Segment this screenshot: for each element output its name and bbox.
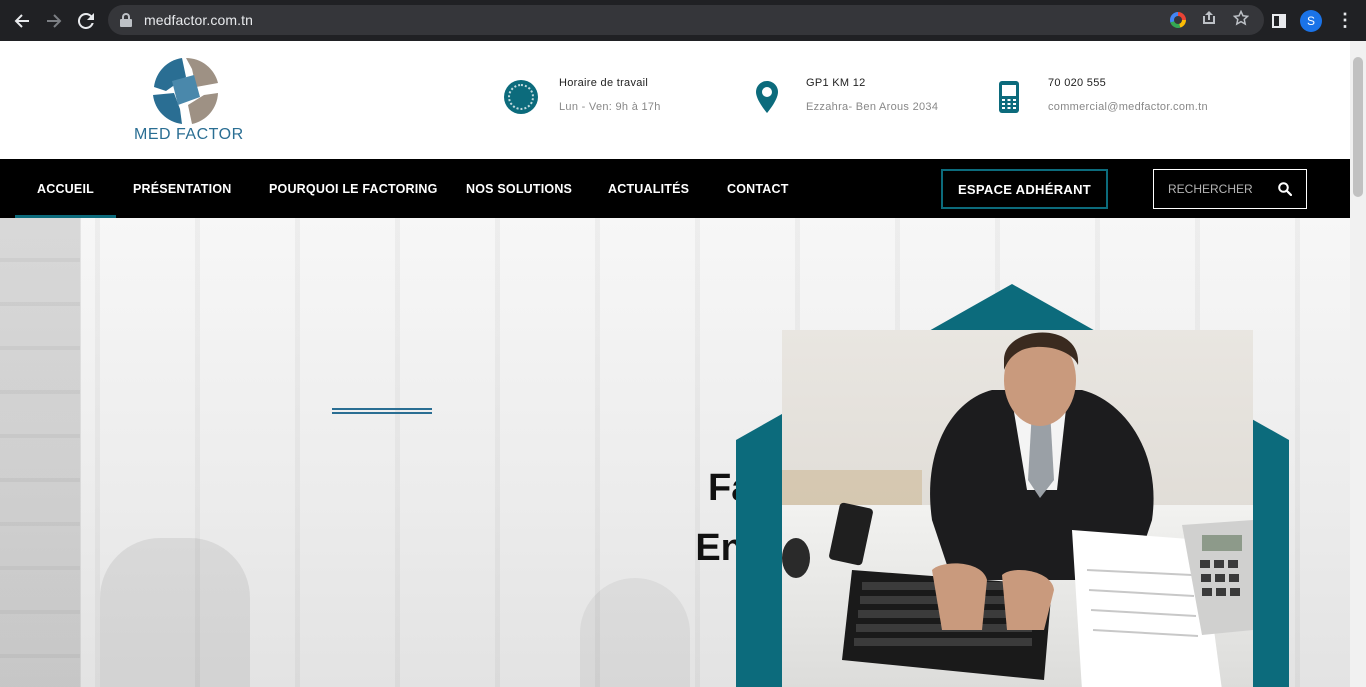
side-panel-icon[interactable]: [1272, 13, 1286, 28]
nav-nos-solutions[interactable]: NOS SOLUTIONS: [466, 159, 572, 218]
search-input[interactable]: [1168, 179, 1273, 199]
mobile-phone-icon: [999, 81, 1019, 113]
clock-icon: [504, 80, 538, 114]
nav-contact[interactable]: CONTACT: [727, 159, 789, 218]
search-box: [1153, 169, 1307, 209]
working-hours-detail: Lun - Ven: 9h à 17h: [559, 101, 661, 113]
reload-icon[interactable]: [70, 5, 102, 37]
nav-pourquoi-le-factoring[interactable]: POURQUOI LE FACTORING: [269, 159, 438, 218]
logo-wordmark: MED FACTOR: [134, 126, 244, 144]
decorative-double-line: [332, 408, 432, 414]
address-title: GP1 KM 12: [806, 77, 866, 89]
hero-background-people: [100, 538, 250, 687]
main-navigation: ACCUEIL PRÉSENTATION POURQUOI LE FACTORI…: [0, 159, 1350, 218]
businessman-photo-illustration: [782, 330, 1253, 687]
more-menu-icon[interactable]: ⋮: [1336, 10, 1354, 31]
address-bar[interactable]: medfactor.com.tn: [108, 5, 1264, 35]
address-detail: Ezzahra- Ben Arous 2034: [806, 101, 939, 113]
working-hours-title: Horaire de travail: [559, 77, 649, 89]
logo-word-factor: FACTOR: [176, 126, 244, 143]
hero-photo-businessman: [782, 330, 1253, 687]
scrollbar-thumb[interactable]: [1353, 57, 1363, 197]
nav-presentation[interactable]: PRÉSENTATION: [133, 159, 231, 218]
back-arrow-icon[interactable]: [6, 5, 38, 37]
url-text: medfactor.com.tn: [144, 12, 253, 28]
lock-icon: [120, 13, 132, 27]
browser-toolbar: medfactor.com.tn S ⋮: [0, 0, 1366, 41]
logo-mark-icon: [153, 58, 219, 124]
hero-background-people: [580, 578, 690, 687]
contact-email[interactable]: commercial@medfactor.com.tn: [1048, 101, 1208, 113]
espace-adherant-button[interactable]: ESPACE ADHÉRANT: [941, 169, 1108, 209]
profile-avatar[interactable]: S: [1300, 9, 1322, 32]
hero-section: Fact Enca: [0, 218, 1350, 687]
phone-number[interactable]: 70 020 555: [1048, 77, 1106, 89]
bookmark-star-icon[interactable]: [1232, 9, 1250, 30]
share-icon[interactable]: [1200, 10, 1218, 30]
logo-word-med: MED: [134, 126, 172, 143]
nav-actualites[interactable]: ACTUALITÉS: [608, 159, 689, 218]
forward-arrow-icon[interactable]: [38, 5, 70, 37]
page-scrollbar[interactable]: [1350, 41, 1366, 687]
site-header: MED FACTOR Horaire de travail Lun - Ven:…: [0, 41, 1350, 159]
hero-background-shelf: [0, 218, 80, 687]
location-pin-icon: [756, 81, 778, 113]
search-icon[interactable]: [1278, 182, 1292, 196]
med-factor-logo[interactable]: MED FACTOR: [134, 55, 244, 147]
nav-accueil[interactable]: ACCUEIL: [15, 159, 116, 218]
google-lens-icon[interactable]: [1170, 12, 1186, 28]
